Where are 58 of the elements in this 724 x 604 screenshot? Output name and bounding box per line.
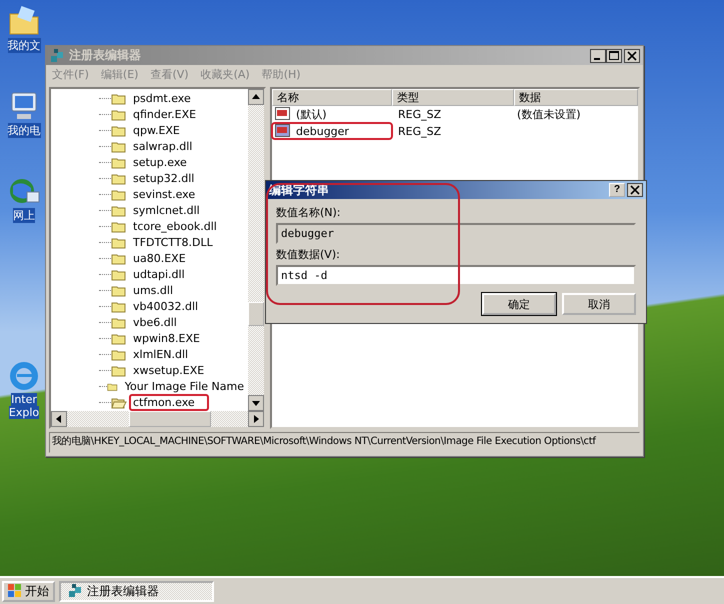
cancel-button[interactable]: 取消 <box>562 293 636 315</box>
scroll-thumb[interactable] <box>248 302 264 326</box>
tree-item[interactable]: tcore_ebook.dll <box>129 218 221 236</box>
field-label: 数值名称(N): <box>276 205 342 220</box>
minimize-icon[interactable] <box>590 48 606 63</box>
scroll-thumb[interactable] <box>128 410 211 427</box>
desktop-icon-label: 我的文 <box>8 38 40 53</box>
scrollbar[interactable] <box>248 88 264 411</box>
tree-item[interactable]: udtapi.dll <box>129 266 189 284</box>
tree-item[interactable]: Your Image File Name <box>120 378 248 396</box>
desktop-icon-label: 网上 <box>13 208 35 223</box>
value-type: REG_SZ <box>397 124 442 138</box>
ok-button[interactable]: 确定 <box>482 293 556 315</box>
status-bar: 我的电脑\HKEY_LOCAL_MACHINE\SOFTWARE\Microsoft\Windows NT\CurrentVersion\Image File Execution Options\ctf <box>49 432 640 453</box>
tree-item[interactable]: setup.exe <box>129 154 191 172</box>
tree-item[interactable]: qfinder.EXE <box>129 106 200 124</box>
tree-item[interactable]: setup32.dll <box>129 170 198 188</box>
help-button[interactable]: ? <box>609 183 625 197</box>
scroll-left-icon[interactable] <box>51 410 67 427</box>
value-name[interactable]: debugger <box>293 124 349 138</box>
close-icon[interactable] <box>624 48 640 63</box>
start-button[interactable]: 开始 <box>2 580 55 602</box>
tree-item[interactable]: symlcnet.dll <box>129 202 204 220</box>
registry-cubes-icon <box>49 48 65 64</box>
tree-item[interactable]: xwsetup.EXE <box>129 362 208 380</box>
tree-item[interactable]: salwrap.dll <box>129 138 196 156</box>
column-header[interactable]: 数据 <box>514 88 638 106</box>
tree-item[interactable]: ums.dll <box>129 282 178 300</box>
text-field[interactable]: ntsd -d <box>276 265 636 286</box>
taskbar-button[interactable]: 注册表编辑器 <box>59 580 214 602</box>
close-icon[interactable] <box>627 183 643 197</box>
registry-cubes-icon <box>67 583 83 599</box>
tree-item[interactable]: ua80.EXE <box>129 250 190 268</box>
scroll-right-icon[interactable] <box>248 410 264 427</box>
windows-flag-icon <box>8 584 22 598</box>
horizontal-scrollbar[interactable] <box>51 410 264 427</box>
tree-item[interactable]: vbe6.dll <box>129 314 181 332</box>
column-header[interactable]: 名称 <box>272 88 392 106</box>
maximize-icon[interactable] <box>606 48 622 63</box>
value-data: (数值未设置) <box>516 106 582 122</box>
column-header[interactable]: 类型 <box>392 88 514 106</box>
value-name[interactable]: (默认) <box>293 106 327 122</box>
tree-item[interactable]: ctfmon.exe <box>129 394 209 411</box>
field-label: 数值数据(V): <box>276 247 341 262</box>
scroll-up-icon[interactable] <box>248 88 264 105</box>
tree-item[interactable]: wpwin8.EXE <box>129 330 204 348</box>
tree-item[interactable]: sevinst.exe <box>129 186 200 204</box>
tree-item[interactable]: TFDTCTT8.DLL <box>129 234 217 252</box>
tree-item[interactable]: xlmlEN.dll <box>129 346 192 364</box>
window-title: 注册表编辑器 <box>69 47 142 64</box>
desktop-icon-label: Explo <box>8 406 40 419</box>
value-type: REG_SZ <box>397 108 442 121</box>
desktop-icon-label: Inter <box>11 393 37 406</box>
tree-item[interactable]: psdmt.exe <box>129 90 195 108</box>
desktop-icon-label: 我的电 <box>8 123 40 138</box>
tree-item[interactable]: qpw.EXE <box>129 122 184 140</box>
tree-item[interactable]: vb40032.dll <box>129 298 202 316</box>
scroll-down-icon[interactable] <box>248 394 264 411</box>
